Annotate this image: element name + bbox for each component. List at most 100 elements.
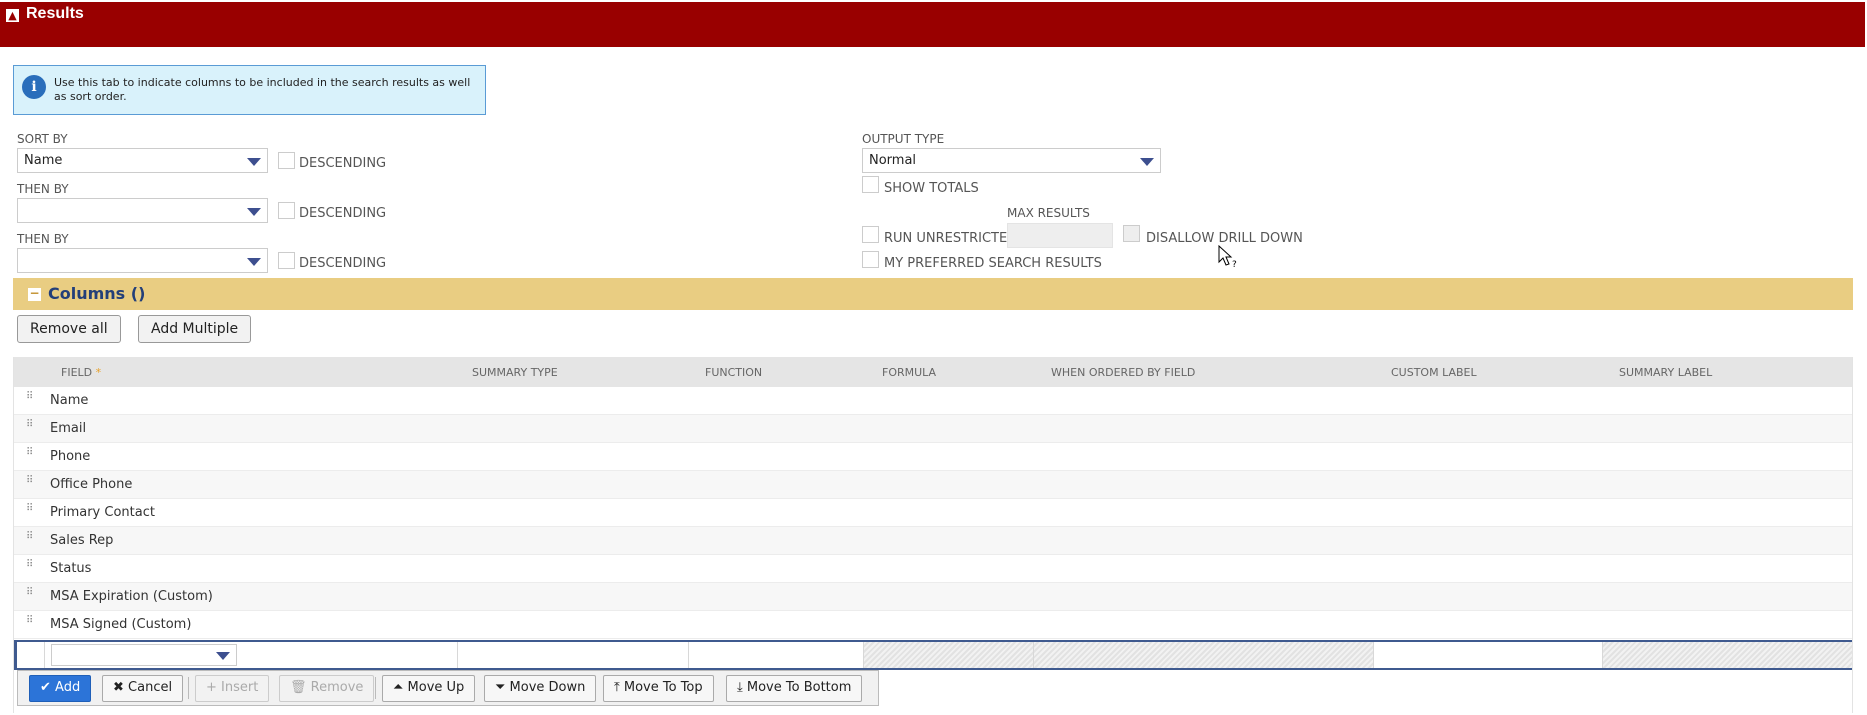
header-custom-label: CUSTOM LABEL bbox=[1391, 366, 1477, 379]
cursor-icon: ? bbox=[1218, 245, 1237, 269]
info-message: i Use this tab to indicate columns to be… bbox=[13, 65, 486, 115]
move-down-button[interactable]: ⏷ Move Down bbox=[484, 675, 597, 702]
then-by-descending-checkbox-1[interactable] bbox=[278, 202, 295, 219]
move-up-button[interactable]: ⏶ Move Up bbox=[382, 675, 476, 702]
header-function: FUNCTION bbox=[705, 366, 763, 379]
my-preferred-label: MY PREFERRED SEARCH RESULTS bbox=[884, 256, 1102, 271]
chevron-down-icon bbox=[1140, 158, 1154, 166]
drag-handle-icon[interactable]: ⠿ bbox=[26, 420, 34, 435]
max-results-label: MAX RESULTS bbox=[1007, 206, 1090, 220]
drag-handle-icon[interactable]: ⠿ bbox=[26, 392, 34, 407]
chevron-down-icon bbox=[247, 158, 261, 166]
then-by-descending-label-1: DESCENDING bbox=[299, 206, 387, 221]
run-unrestricted-label: RUN UNRESTRICTED bbox=[884, 231, 1018, 246]
header-when-ordered: WHEN ORDERED BY FIELD bbox=[1051, 366, 1196, 379]
edit-cell-custom-label[interactable] bbox=[1374, 642, 1603, 668]
results-header[interactable]: ▲ Results bbox=[0, 2, 1865, 47]
then-by-descending-label-2: DESCENDING bbox=[299, 256, 387, 271]
edit-cell-when-ordered bbox=[1034, 642, 1374, 668]
drag-handle-icon[interactable]: ⠿ bbox=[26, 588, 34, 603]
info-text: Use this tab to indicate columns to be i… bbox=[54, 76, 471, 103]
show-totals-label: SHOW TOTALS bbox=[884, 181, 979, 196]
move-to-top-button[interactable]: ⤒ Move To Top bbox=[603, 675, 714, 702]
run-unrestricted-checkbox[interactable] bbox=[862, 226, 879, 243]
then-by-label-1: THEN BY bbox=[17, 182, 69, 196]
remove-button-label: Remove bbox=[310, 680, 364, 695]
cancel-button[interactable]: ✖ Cancel bbox=[102, 675, 184, 702]
sort-descending-label: DESCENDING bbox=[299, 156, 387, 171]
row-field: Status bbox=[50, 561, 92, 576]
disallow-drill-down-checkbox[interactable] bbox=[1123, 225, 1140, 242]
collapse-icon[interactable]: − bbox=[28, 287, 41, 301]
collapse-icon[interactable]: ▲ bbox=[6, 9, 19, 22]
chevron-down-icon bbox=[247, 208, 261, 216]
edit-row[interactable] bbox=[14, 640, 1852, 670]
output-type-select[interactable]: Normal bbox=[862, 148, 1161, 173]
my-preferred-checkbox[interactable] bbox=[862, 251, 879, 268]
row-field: Phone bbox=[50, 449, 91, 464]
edit-cell-function[interactable] bbox=[689, 642, 864, 668]
table-row[interactable]: ⠿ Name bbox=[14, 387, 1852, 415]
row-field: Primary Contact bbox=[50, 505, 155, 520]
row-field: MSA Expiration (Custom) bbox=[50, 589, 213, 604]
remove-all-button[interactable]: Remove all bbox=[17, 315, 121, 343]
sort-by-label: SORT BY bbox=[17, 132, 68, 146]
drag-handle-icon[interactable]: ⠿ bbox=[26, 560, 34, 575]
drag-handle-icon[interactable]: ⠿ bbox=[26, 616, 34, 631]
chevron-down-icon bbox=[247, 258, 261, 266]
insert-button[interactable]: + Insert bbox=[195, 675, 270, 702]
move-to-top-button-label: Move To Top bbox=[623, 680, 703, 695]
move-to-bottom-button[interactable]: ⤓ Move To Bottom bbox=[726, 675, 863, 702]
separator bbox=[375, 677, 376, 699]
table-row[interactable]: ⠿ Status bbox=[14, 555, 1852, 583]
then-by-descending-checkbox-2[interactable] bbox=[278, 252, 295, 269]
output-type-label: OUTPUT TYPE bbox=[862, 132, 945, 146]
drag-handle-icon[interactable]: ⠿ bbox=[26, 448, 34, 463]
edit-cell-summary-type[interactable] bbox=[457, 642, 689, 668]
header-summary-label: SUMMARY LABEL bbox=[1619, 366, 1713, 379]
row-field: Email bbox=[50, 421, 87, 436]
info-icon: i bbox=[22, 75, 46, 99]
edit-cell-handle bbox=[17, 642, 45, 668]
then-by-select-2[interactable] bbox=[17, 248, 268, 273]
then-by-label-2: THEN BY bbox=[17, 232, 69, 246]
move-down-button-label: Move Down bbox=[509, 680, 586, 695]
header-formula: FORMULA bbox=[882, 366, 937, 379]
cancel-button-label: Cancel bbox=[128, 680, 173, 695]
table-row[interactable]: ⠿ Primary Contact bbox=[14, 499, 1852, 527]
sort-descending-checkbox[interactable] bbox=[278, 152, 295, 169]
columns-table: FIELD * SUMMARY TYPE FUNCTION FORMULA WH… bbox=[13, 357, 1853, 713]
add-button[interactable]: ✔ Add bbox=[29, 675, 92, 702]
table-row[interactable]: ⠿ Phone bbox=[14, 443, 1852, 471]
table-row[interactable]: ⠿ Sales Rep bbox=[14, 527, 1852, 555]
sort-by-select[interactable]: Name bbox=[17, 148, 268, 173]
disallow-drill-down-label: DISALLOW DRILL DOWN bbox=[1146, 231, 1303, 246]
max-results-input[interactable] bbox=[1007, 223, 1113, 248]
show-totals-checkbox[interactable] bbox=[862, 176, 879, 193]
results-title: Results bbox=[26, 5, 84, 22]
field-select[interactable] bbox=[51, 644, 237, 666]
row-field: Name bbox=[50, 393, 89, 408]
edit-cell-formula bbox=[864, 642, 1034, 668]
table-row[interactable]: ⠿ MSA Signed (Custom) bbox=[14, 611, 1852, 639]
table-row[interactable]: ⠿ Office Phone bbox=[14, 471, 1852, 499]
output-type-value: Normal bbox=[869, 153, 917, 168]
move-up-button-label: Move Up bbox=[407, 680, 465, 695]
add-button-label: Add bbox=[55, 680, 81, 695]
then-by-select-1[interactable] bbox=[17, 198, 268, 223]
chevron-down-icon bbox=[216, 652, 230, 660]
add-multiple-button[interactable]: Add Multiple bbox=[138, 315, 252, 343]
move-to-bottom-button-label: Move To Bottom bbox=[746, 680, 852, 695]
drag-handle-icon[interactable]: ⠿ bbox=[26, 532, 34, 547]
table-row[interactable]: ⠿ Email bbox=[14, 415, 1852, 443]
columns-header[interactable]: − Columns () bbox=[13, 278, 1853, 310]
remove-button[interactable]: 🗑 Remove bbox=[279, 675, 375, 702]
columns-title: Columns () bbox=[48, 284, 146, 303]
drag-handle-icon[interactable]: ⠿ bbox=[26, 504, 34, 519]
row-field: Office Phone bbox=[50, 477, 133, 492]
drag-handle-icon[interactable]: ⠿ bbox=[26, 476, 34, 491]
insert-button-label: Insert bbox=[221, 680, 259, 695]
table-row[interactable]: ⠿ MSA Expiration (Custom) bbox=[14, 583, 1852, 611]
required-star: * bbox=[95, 366, 102, 379]
table-header: FIELD * SUMMARY TYPE FUNCTION FORMULA WH… bbox=[14, 357, 1852, 387]
